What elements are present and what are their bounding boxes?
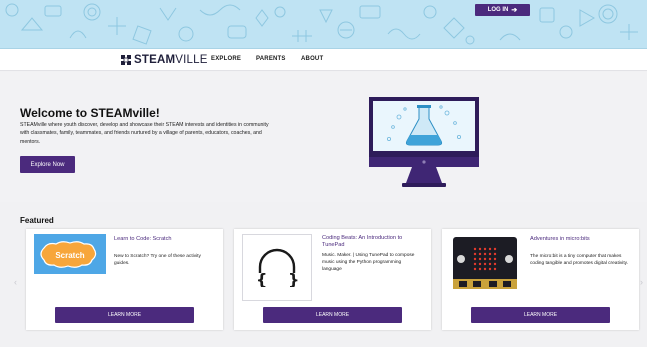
explore-now-button[interactable]: Explore Now [20,156,75,173]
card-description: The micro:bit is a tiny computer that ma… [530,254,629,267]
microbit-board-image [451,235,519,291]
learn-more-button[interactable]: LEARN MORE [55,307,194,323]
monitor-flask-illustration [369,97,479,187]
carousel-left-arrow-icon[interactable]: ‹ [14,277,17,287]
card-description: New to Scratch? Try one of these activit… [114,254,201,267]
steamville-logo-icon [121,55,131,65]
science-doodle-pattern [5,3,638,45]
login-icon: ➔ [511,6,518,14]
card-description: Music. Maker. | Using TunePad to compose… [322,253,415,273]
nav-link-parents[interactable]: PARENTS [256,56,286,62]
nav-link-explore[interactable]: EXPLORE [211,56,241,62]
carousel-right-arrow-icon[interactable]: › [640,277,643,287]
scratch-logo-text: Scratch [55,251,84,260]
steamville-logo[interactable]: STEAMVILLE [121,53,208,67]
learn-more-button[interactable]: LEARN MORE [471,307,610,323]
card-title[interactable]: Adventures in micro:bits [530,236,634,243]
header-banner: LOG IN ➔ [0,0,647,49]
hero-description: STEAMville where youth discover, develop… [20,122,269,145]
card-title[interactable]: Learn to Code: Scratch [114,236,214,243]
featured-card-tunepad[interactable]: { } Coding Beats: An Introduction to Tun… [234,229,431,330]
featured-card-scratch[interactable]: Scratch Learn to Code: Scratch New to Sc… [26,229,223,330]
card-title[interactable]: Coding Beats: An Introduction to TunePad [322,235,426,250]
featured-card-microbit[interactable]: Adventures in micro:bits The micro:bit i… [442,229,639,330]
scratch-logo: Scratch [34,234,106,274]
logo-text-light: VILLE [175,54,208,66]
featured-title: Featured [20,216,54,225]
login-label: LOG IN [487,7,509,13]
svg-text:{: { [256,270,267,287]
logo-text-bold: STEAM [134,54,176,66]
svg-text:}: } [288,270,299,287]
nav-link-about[interactable]: ABOUT [301,56,323,62]
login-button[interactable]: LOG IN ➔ [475,4,530,16]
tunepad-headphones-icon: { } [256,248,299,287]
logo-text: STEAMVILLE [134,54,208,66]
learn-more-button[interactable]: LEARN MORE [263,307,402,323]
main-nav: STEAMVILLE EXPLORE PARENTS ABOUT [0,49,647,71]
tunepad-image-frame: { } [242,234,312,301]
hero-title: Welcome to STEAMville! [20,106,160,120]
